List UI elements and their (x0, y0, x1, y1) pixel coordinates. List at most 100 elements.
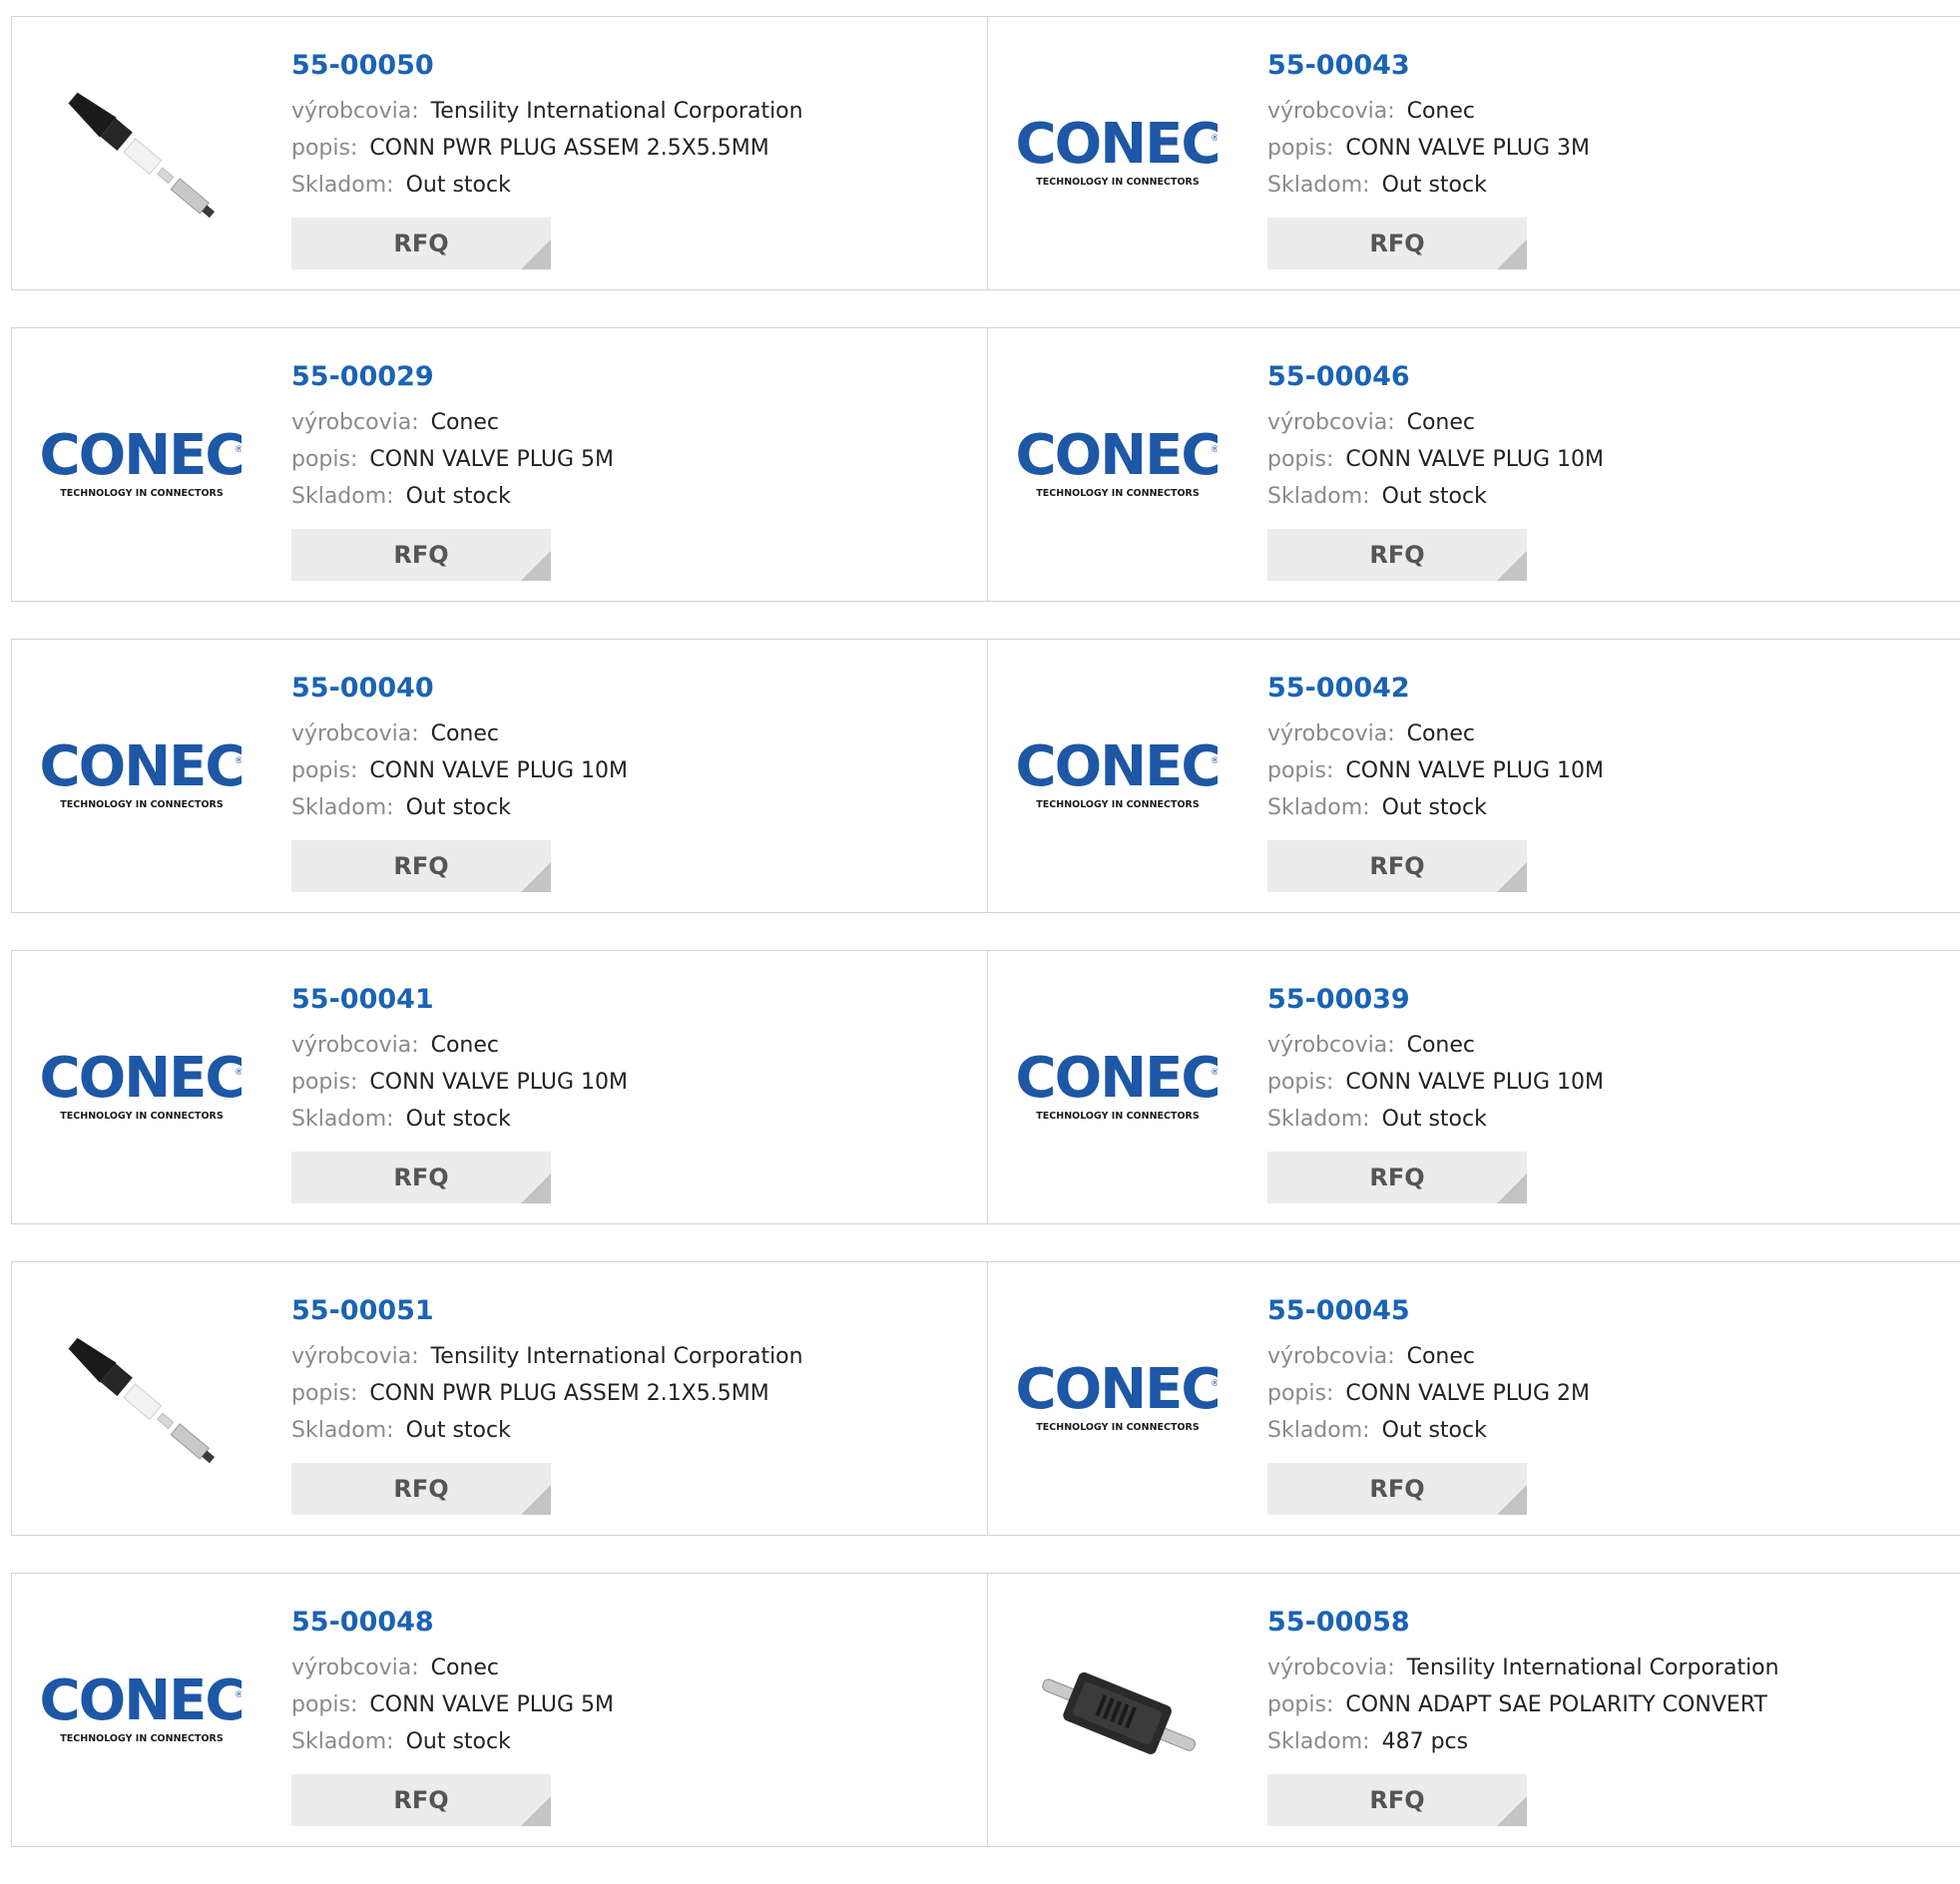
part-number-link[interactable]: 55-00040 (291, 670, 628, 707)
svg-text:TECHNOLOGY IN CONNECTORS: TECHNOLOGY IN CONNECTORS (60, 488, 224, 499)
product-info: 55-00042 výrobcovia: Conec popis: CONN VAL… (1267, 670, 1604, 826)
conec-logo: CONEC ® TECHNOLOGY IN CONNECTORS (1018, 423, 1218, 499)
svg-text:TECHNOLOGY IN CONNECTORS: TECHNOLOGY IN CONNECTORS (1036, 799, 1200, 810)
product-thumbnail[interactable]: CONEC ® TECHNOLOGY IN CONNECTORS (42, 684, 242, 873)
corner-triangle-icon (1497, 239, 1527, 269)
description-value: CONN VALVE PLUG 5M (369, 447, 615, 472)
rfq-button[interactable]: RFQ (291, 1774, 551, 1826)
part-number-link[interactable]: 55-00048 (291, 1604, 614, 1642)
svg-text:®: ® (235, 1690, 242, 1700)
svg-text:TECHNOLOGY IN CONNECTORS: TECHNOLOGY IN CONNECTORS (60, 799, 224, 810)
description-value: CONN VALVE PLUG 2M (1345, 1381, 1591, 1406)
description-field: popis: CONN VALVE PLUG 5M (291, 1686, 614, 1723)
stock-label: Skladom: (1267, 1418, 1370, 1443)
product-thumbnail[interactable] (42, 61, 242, 250)
rfq-label: RFQ (1369, 1786, 1425, 1814)
stock-value: Out stock (1381, 1418, 1487, 1443)
manufacturer-value: Conec (1406, 1344, 1476, 1369)
rfq-button[interactable]: RFQ (291, 218, 551, 269)
description-value: CONN VALVE PLUG 10M (1345, 1070, 1604, 1095)
product-info: 55-00041 výrobcovia: Conec popis: CONN VAL… (291, 981, 628, 1138)
manufacturer-value: Conec (1406, 410, 1476, 435)
part-number-link[interactable]: 55-00050 (291, 47, 803, 85)
svg-text:®: ® (1211, 445, 1218, 455)
description-value: CONN ADAPT SAE POLARITY CONVERT (1345, 1692, 1767, 1717)
manufacturer-field: výrobcovia: Conec (1267, 715, 1604, 752)
product-thumbnail[interactable]: CONEC ® TECHNOLOGY IN CONNECTORS (1018, 684, 1218, 873)
rfq-button[interactable]: RFQ (1267, 529, 1527, 581)
manufacturer-value: Conec (430, 1655, 500, 1680)
product-thumbnail[interactable]: CONEC ® TECHNOLOGY IN CONNECTORS (1018, 995, 1218, 1184)
rfq-button[interactable]: RFQ (1267, 218, 1527, 269)
svg-text:®: ® (1211, 134, 1218, 144)
description-field: popis: CONN ADAPT SAE POLARITY CONVERT (1267, 1686, 1779, 1723)
part-number-link[interactable]: 55-00045 (1267, 1292, 1590, 1330)
stock-value: Out stock (405, 795, 511, 820)
product-card: 55-00050 výrobcovia: Tensility Internatio… (12, 17, 987, 289)
corner-triangle-icon (521, 239, 551, 269)
product-thumbnail[interactable] (1018, 1618, 1218, 1807)
manufacturer-field: výrobcovia: Conec (1267, 1027, 1604, 1064)
product-thumbnail[interactable]: CONEC ® TECHNOLOGY IN CONNECTORS (1018, 61, 1218, 250)
rfq-button[interactable]: RFQ (291, 1463, 551, 1515)
description-field: popis: CONN PWR PLUG ASSEM 2.5X5.5MM (291, 130, 803, 167)
stock-label: Skladom: (291, 1418, 394, 1443)
svg-text:CONEC: CONEC (1018, 1357, 1218, 1422)
manufacturer-label: výrobcovia: (291, 1344, 419, 1369)
stock-field: Skladom: Out stock (291, 478, 614, 515)
description-value: CONN VALVE PLUG 10M (1345, 758, 1604, 783)
product-thumbnail[interactable]: CONEC ® TECHNOLOGY IN CONNECTORS (1018, 372, 1218, 562)
stock-field: Skladom: Out stock (291, 1412, 803, 1449)
manufacturer-label: výrobcovia: (1267, 410, 1395, 435)
stock-value: Out stock (1381, 484, 1487, 509)
rfq-button[interactable]: RFQ (1267, 1463, 1527, 1515)
part-number-link[interactable]: 55-00029 (291, 358, 614, 396)
product-thumbnail[interactable] (42, 1306, 242, 1496)
rfq-label: RFQ (1369, 541, 1425, 569)
rfq-label: RFQ (393, 1164, 449, 1191)
part-number-link[interactable]: 55-00041 (291, 981, 628, 1019)
part-number-link[interactable]: 55-00051 (291, 1292, 803, 1330)
description-field: popis: CONN VALVE PLUG 10M (1267, 1064, 1604, 1101)
conec-logo: CONEC ® TECHNOLOGY IN CONNECTORS (1018, 112, 1218, 188)
rfq-button[interactable]: RFQ (1267, 840, 1527, 892)
product-thumbnail[interactable]: CONEC ® TECHNOLOGY IN CONNECTORS (42, 1618, 242, 1807)
description-label: popis: (1267, 1381, 1334, 1406)
rfq-button[interactable]: RFQ (1267, 1152, 1527, 1203)
part-number-link[interactable]: 55-00058 (1267, 1604, 1779, 1642)
manufacturer-value: Tensility International Corporation (430, 1344, 803, 1369)
product-card: CONEC ® TECHNOLOGY IN CONNECTORS 55-0004… (12, 1574, 987, 1846)
svg-text:CONEC: CONEC (42, 1046, 242, 1111)
manufacturer-value: Conec (430, 721, 500, 746)
manufacturer-label: výrobcovia: (1267, 721, 1395, 746)
rfq-button[interactable]: RFQ (1267, 1774, 1527, 1826)
rfq-button[interactable]: RFQ (291, 1152, 551, 1203)
part-number-link[interactable]: 55-00043 (1267, 47, 1590, 85)
svg-text:TECHNOLOGY IN CONNECTORS: TECHNOLOGY IN CONNECTORS (1036, 177, 1200, 188)
manufacturer-field: výrobcovia: Conec (291, 715, 628, 752)
stock-label: Skladom: (1267, 173, 1370, 198)
rfq-label: RFQ (393, 852, 449, 880)
product-row: 55-00051 výrobcovia: Tensility Internatio… (11, 1261, 1960, 1536)
product-card: CONEC ® TECHNOLOGY IN CONNECTORS 55-0004… (987, 328, 1960, 601)
conec-logo: CONEC ® TECHNOLOGY IN CONNECTORS (1018, 1357, 1218, 1433)
description-label: popis: (291, 1692, 358, 1717)
part-number-link[interactable]: 55-00042 (1267, 670, 1604, 707)
product-info: 55-00051 výrobcovia: Tensility Internatio… (291, 1292, 803, 1449)
manufacturer-field: výrobcovia: Conec (291, 1649, 614, 1686)
rfq-label: RFQ (1369, 1475, 1425, 1503)
part-number-link[interactable]: 55-00046 (1267, 358, 1604, 396)
product-thumbnail[interactable]: CONEC ® TECHNOLOGY IN CONNECTORS (42, 372, 242, 562)
svg-text:CONEC: CONEC (1018, 423, 1218, 488)
description-field: popis: CONN VALVE PLUG 10M (291, 752, 628, 789)
product-row: CONEC ® TECHNOLOGY IN CONNECTORS 55-0002… (11, 327, 1960, 602)
product-thumbnail[interactable]: CONEC ® TECHNOLOGY IN CONNECTORS (1018, 1306, 1218, 1496)
description-label: popis: (291, 447, 358, 472)
description-label: popis: (291, 758, 358, 783)
part-number-link[interactable]: 55-00039 (1267, 981, 1604, 1019)
rfq-button[interactable]: RFQ (291, 840, 551, 892)
rfq-button[interactable]: RFQ (291, 529, 551, 581)
product-thumbnail[interactable]: CONEC ® TECHNOLOGY IN CONNECTORS (42, 995, 242, 1184)
description-field: popis: CONN VALVE PLUG 10M (291, 1064, 628, 1101)
product-info: 55-00040 výrobcovia: Conec popis: CONN VAL… (291, 670, 628, 826)
